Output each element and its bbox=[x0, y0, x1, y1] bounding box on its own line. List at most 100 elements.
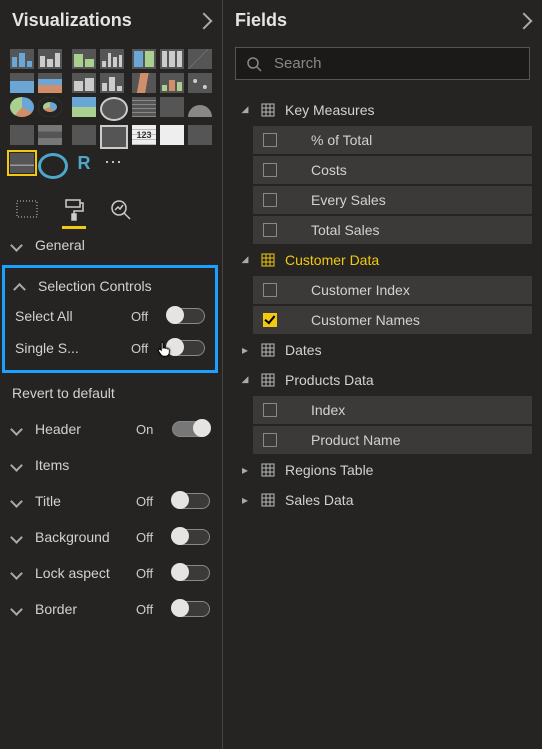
table-name: Products Data bbox=[285, 372, 522, 388]
field-name: Product Name bbox=[311, 432, 522, 448]
format-general[interactable]: General bbox=[0, 227, 222, 263]
field-name: Index bbox=[311, 402, 522, 418]
chevron-right-icon bbox=[516, 12, 533, 29]
viz-type-waterfall[interactable] bbox=[160, 73, 184, 93]
chevron-down-icon bbox=[10, 531, 23, 544]
visualizations-header[interactable]: Visualizations bbox=[0, 0, 222, 41]
field-checkbox[interactable] bbox=[263, 283, 277, 297]
format-items[interactable]: Items bbox=[0, 447, 222, 483]
viz-type-line[interactable] bbox=[188, 49, 212, 69]
visualizations-title: Visualizations bbox=[12, 10, 132, 31]
toggle-border[interactable] bbox=[172, 601, 210, 617]
viz-type-python[interactable]: R bbox=[72, 153, 96, 173]
field-checkbox[interactable] bbox=[263, 163, 277, 177]
viz-type-clustered-column[interactable] bbox=[100, 49, 124, 69]
format-lock-aspect[interactable]: Lock aspect Off bbox=[0, 555, 222, 591]
viz-type-area[interactable] bbox=[10, 73, 34, 93]
tab-format[interactable] bbox=[62, 193, 86, 227]
viz-type-map[interactable] bbox=[100, 97, 128, 121]
viz-type-arcgis[interactable] bbox=[38, 153, 68, 179]
field-checkbox[interactable] bbox=[263, 313, 277, 327]
viz-type-multi-row-card[interactable] bbox=[38, 125, 62, 145]
field-name: Costs bbox=[311, 162, 522, 178]
viz-type-line-clustered-column[interactable] bbox=[100, 73, 124, 93]
visualization-gallery: 123 R ⋯ bbox=[0, 41, 222, 189]
format-selection-controls[interactable]: Selection Controls bbox=[7, 272, 213, 300]
field-checkbox[interactable] bbox=[263, 133, 277, 147]
table-row[interactable]: ▸Sales Data bbox=[233, 486, 532, 514]
toggle-background[interactable] bbox=[172, 529, 210, 545]
table-row[interactable]: ▸Regions Table bbox=[233, 456, 532, 484]
chevron-down-icon bbox=[10, 567, 23, 580]
tab-fields[interactable] bbox=[14, 194, 40, 226]
field-name: Customer Names bbox=[311, 312, 522, 328]
table-row[interactable]: ◢Customer Data bbox=[233, 246, 532, 274]
field-row[interactable]: Index bbox=[253, 396, 532, 424]
fields-header[interactable]: Fields bbox=[223, 0, 542, 41]
option-select-all: Select All Off bbox=[7, 300, 213, 332]
format-header[interactable]: Header On bbox=[0, 411, 222, 447]
viz-type-ribbon[interactable] bbox=[132, 73, 156, 93]
viz-type-clustered-bar[interactable] bbox=[38, 49, 62, 69]
field-row[interactable]: Every Sales bbox=[253, 186, 532, 214]
fields-search-input[interactable] bbox=[272, 54, 519, 73]
format-title[interactable]: Title Off bbox=[0, 483, 222, 519]
viz-type-slicer[interactable] bbox=[100, 125, 128, 149]
viz-type-line-stacked-column[interactable] bbox=[72, 73, 96, 93]
viz-type-funnel[interactable] bbox=[160, 97, 184, 117]
chevron-up-icon bbox=[13, 282, 26, 295]
viz-type-stacked-area[interactable] bbox=[38, 73, 62, 93]
visualizations-panel: Visualizations bbox=[0, 0, 223, 749]
table-icon bbox=[261, 463, 275, 477]
field-row[interactable]: Costs bbox=[253, 156, 532, 184]
viz-type-card[interactable] bbox=[10, 125, 34, 145]
format-background[interactable]: Background Off bbox=[0, 519, 222, 555]
viz-type-kpi[interactable] bbox=[72, 125, 96, 145]
table-icon bbox=[261, 343, 275, 357]
table-row[interactable]: ◢ Key Measures bbox=[233, 96, 532, 124]
viz-type-gauge[interactable] bbox=[188, 105, 212, 117]
field-row[interactable]: Customer Names bbox=[253, 306, 532, 334]
toggle-header[interactable] bbox=[172, 421, 210, 437]
field-checkbox[interactable] bbox=[263, 403, 277, 417]
fields-tree: ◢ Key Measures % of Total Costs Every Sales T… bbox=[223, 94, 542, 516]
viz-type-treemap[interactable] bbox=[72, 97, 96, 117]
field-checkbox[interactable] bbox=[263, 223, 277, 237]
viz-type-more[interactable]: ⋯ bbox=[100, 153, 128, 179]
field-row[interactable]: Total Sales bbox=[253, 216, 532, 244]
viz-type-filled-map[interactable] bbox=[132, 97, 156, 117]
format-options: General Selection Controls Select All Of… bbox=[0, 227, 222, 749]
format-border[interactable]: Border Off bbox=[0, 591, 222, 627]
viz-type-stacked-column[interactable] bbox=[72, 49, 96, 69]
tab-analytics[interactable] bbox=[108, 193, 134, 227]
field-name: Total Sales bbox=[311, 222, 522, 238]
viz-type-pie[interactable] bbox=[10, 97, 34, 117]
viz-type-100-stacked-column[interactable] bbox=[160, 49, 184, 69]
viz-type-scatter[interactable] bbox=[188, 73, 212, 93]
viz-type-matrix[interactable] bbox=[160, 125, 184, 145]
table-row[interactable]: ▸Dates bbox=[233, 336, 532, 364]
table-row[interactable]: ◢Products Data bbox=[233, 366, 532, 394]
field-checkbox[interactable] bbox=[263, 193, 277, 207]
field-name: Customer Index bbox=[311, 282, 522, 298]
viz-type-table[interactable]: 123 bbox=[132, 125, 156, 145]
viz-type-stacked-bar[interactable] bbox=[10, 49, 34, 69]
field-row[interactable]: Product Name bbox=[253, 426, 532, 454]
field-checkbox[interactable] bbox=[263, 433, 277, 447]
viz-type-r-visual[interactable] bbox=[188, 125, 212, 145]
toggle-lock-aspect[interactable] bbox=[172, 565, 210, 581]
viz-type-selected[interactable] bbox=[10, 153, 34, 173]
table-name: Key Measures bbox=[285, 102, 522, 118]
toggle-single-select[interactable] bbox=[167, 340, 205, 356]
toggle-select-all[interactable] bbox=[167, 308, 205, 324]
caret-right-icon: ▸ bbox=[239, 343, 251, 357]
field-row[interactable]: % of Total bbox=[253, 126, 532, 154]
viz-type-donut[interactable] bbox=[38, 97, 62, 117]
revert-to-default[interactable]: Revert to default bbox=[0, 381, 222, 411]
caret-down-icon: ◢ bbox=[239, 104, 251, 115]
field-row[interactable]: Customer Index bbox=[253, 276, 532, 304]
table-name: Regions Table bbox=[285, 462, 522, 478]
fields-search[interactable] bbox=[235, 47, 530, 80]
viz-type-100-stacked-bar[interactable] bbox=[132, 49, 156, 69]
toggle-title[interactable] bbox=[172, 493, 210, 509]
